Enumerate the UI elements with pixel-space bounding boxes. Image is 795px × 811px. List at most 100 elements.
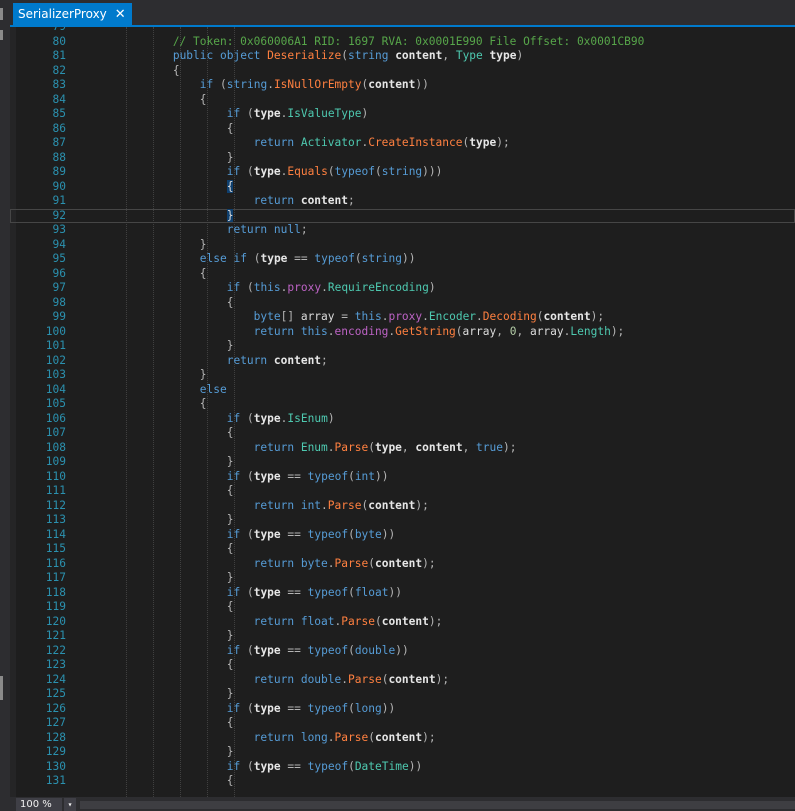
line-number: 130 [45,759,66,773]
code-token: encoding [334,324,389,338]
zoom-level-dropdown[interactable]: 100 % [16,798,62,811]
line-number: 113 [45,513,66,526]
code-line[interactable]: 79 [10,27,795,35]
code-line[interactable]: 82 { [10,64,795,79]
code-line[interactable]: 96 { [10,267,795,282]
code-token: , [401,440,416,454]
code-text: { [92,397,207,412]
code-line[interactable]: 89 if (type.Equals(typeof(string))) [10,165,795,180]
code-line[interactable]: 116 return byte.Parse(content); [10,557,795,572]
code-line[interactable]: 85 if (type.IsValueType) [10,107,795,122]
code-line[interactable]: 94 } [10,238,795,253]
code-line[interactable]: 108 return Enum.Parse(type, content, tru… [10,441,795,456]
code-line[interactable]: 107 { [10,426,795,441]
code-line[interactable]: 112 return int.Parse(content); [10,499,795,514]
code-line[interactable]: 102 return content; [10,354,795,369]
code-token: if [226,585,241,599]
code-token: ); [503,440,517,454]
code-line[interactable]: 95 else if (type == typeof(string)) [10,252,795,267]
code-line[interactable]: 109 } [10,455,795,470]
code-line[interactable]: 117 } [10,571,795,586]
code-line[interactable]: 127 { [10,716,795,731]
code-token: double [354,643,396,657]
code-line[interactable]: 118 if (type == typeof(float)) [10,586,795,601]
code-token: Enum [300,440,328,454]
code-token: byte [300,556,328,570]
code-text: } [92,151,234,166]
code-line[interactable]: 100 return this.encoding.GetString(array… [10,325,795,340]
code-line[interactable]: 121 } [10,629,795,644]
code-line[interactable]: 126 if (type == typeof(long)) [10,702,795,717]
code-token: == [287,701,301,715]
code-text: { [92,658,234,673]
code-line[interactable]: 119 { [10,600,795,615]
code-line[interactable]: 125 } [10,687,795,702]
code-token: if [226,643,241,657]
horizontal-scrollbar[interactable] [80,801,795,809]
code-line[interactable]: 128 return long.Parse(content); [10,731,795,746]
code-line[interactable]: 123 { [10,658,795,673]
code-token: ( [246,107,254,120]
code-line[interactable]: 106 if (type.IsEnum) [10,412,795,427]
code-token: Length [570,324,611,338]
code-token: return [253,730,295,744]
code-line[interactable]: 83 if (string.IsNullOrEmpty(content)) [10,78,795,93]
chevron-down-icon[interactable]: ▾ [64,798,76,811]
code-line[interactable]: 114 if (type == typeof(byte)) [10,528,795,543]
code-line[interactable]: 91 return content; [10,194,795,209]
code-line[interactable]: 88 } [10,151,795,166]
code-line[interactable]: 98 { [10,296,795,311]
code-line[interactable]: 90 { [10,179,795,195]
code-text: } [92,238,207,253]
close-icon[interactable]: ✕ [115,8,126,21]
code-line[interactable]: 87 return Activator.CreateInstance(type)… [10,136,795,151]
code-line[interactable]: 97 if (this.proxy.RequireEncoding) [10,281,795,296]
code-line[interactable]: 130 if (type == typeof(DateTime)) [10,760,795,775]
code-line[interactable]: 80 // Token: 0x060006A1 RID: 1697 RVA: 0… [10,35,795,50]
code-line[interactable]: 115 { [10,542,795,557]
code-token: else [199,382,227,396]
code-line[interactable]: 124 return double.Parse(content); [10,673,795,688]
code-token: ( [374,614,382,628]
code-line[interactable]: 131 { [10,774,795,789]
code-token: Parse [334,556,369,570]
code-token: )) [395,643,409,657]
code-token: type [253,759,281,773]
code-token: ( [220,78,227,91]
code-line[interactable]: 101 } [10,339,795,354]
line-number: 99 [52,310,66,323]
code-line[interactable]: 93 return null; [10,223,795,238]
code-line[interactable]: 103 } [10,368,795,383]
code-line[interactable]: 113 } [10,513,795,528]
code-token: ); [496,136,510,149]
code-line[interactable]: 81 public object Deserialize(string cont… [10,49,795,64]
code-token: return [253,556,295,570]
code-line[interactable]: 84 { [10,93,795,108]
code-line[interactable]: 104 else [10,383,795,398]
code-line[interactable]: 120 return float.Parse(content); [10,615,795,630]
code-token: . [422,310,429,323]
code-token: type [374,440,402,454]
code-line[interactable]: 105 { [10,397,795,412]
code-line[interactable]: 86 { [10,122,795,137]
code-token: typeof [314,252,355,265]
code-text: { [92,296,234,311]
tab-serializerproxy[interactable]: SerializerProxy ✕ [13,3,132,25]
code-token: true [476,440,503,454]
code-editor[interactable]: 7980 // Token: 0x060006A1 RID: 1697 RVA:… [10,27,795,797]
code-line[interactable]: 111 { [10,484,795,499]
code-line[interactable]: 129 } [10,745,795,760]
code-line[interactable]: 99 byte[] array = this.proxy.Encoder.Dec… [10,310,795,325]
code-line[interactable]: 122 if (type == typeof(double)) [10,644,795,659]
code-line[interactable]: 110 if (type == typeof(int)) [10,470,795,485]
code-line[interactable]: 92 } [10,208,795,223]
